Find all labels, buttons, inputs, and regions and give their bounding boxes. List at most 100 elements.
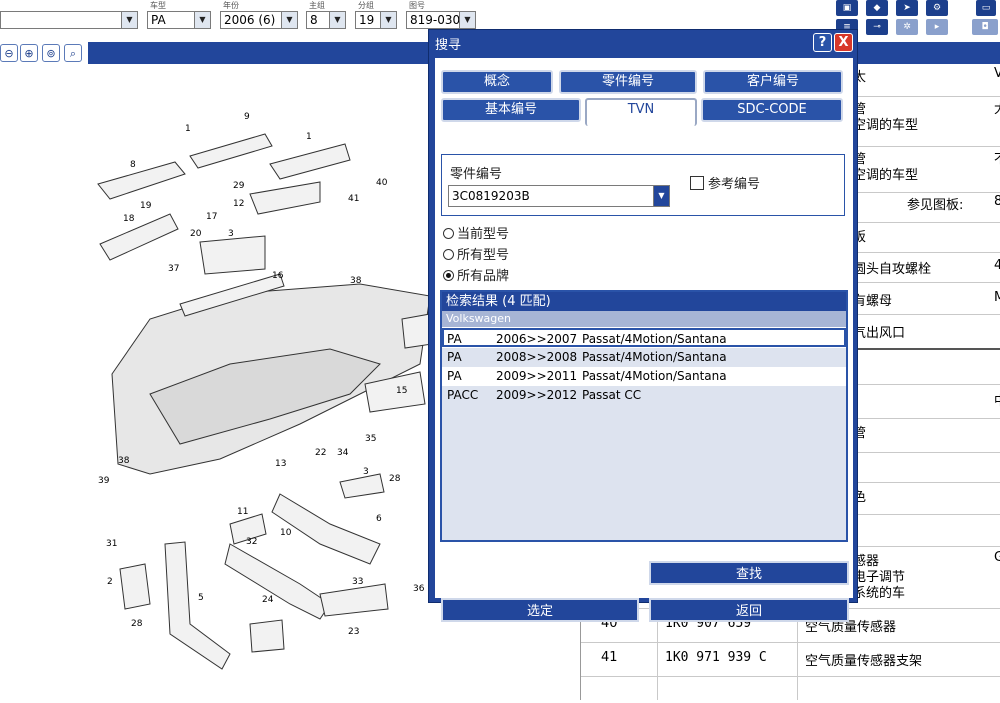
results-list: 检索结果 (4 匹配) Volkswagen PA 2006>>2007 Pas… bbox=[440, 290, 848, 542]
result-row[interactable]: PACC 2009>>2012 Passat CC bbox=[442, 386, 846, 405]
callout-36: 36 bbox=[413, 584, 425, 594]
chevron-down-icon[interactable]: ▼ bbox=[121, 12, 137, 28]
result-model: PA bbox=[447, 332, 462, 346]
screen-icon[interactable]: ▭ bbox=[976, 0, 996, 16]
result-years: 2009>>2012 bbox=[496, 388, 578, 402]
row-extra: 中 bbox=[994, 390, 1000, 409]
result-model: PA bbox=[447, 369, 462, 383]
row-position: 41 bbox=[601, 650, 618, 665]
callout-34: 34 bbox=[337, 448, 349, 458]
row-desc: 圆头自攻螺栓 bbox=[853, 262, 932, 277]
magnifier-icon[interactable]: ⌕ bbox=[64, 44, 82, 62]
tab-tvn[interactable]: TVN bbox=[585, 98, 697, 126]
callout-4: 1 bbox=[185, 124, 191, 134]
main-group-select[interactable]: 8 ▼ bbox=[306, 11, 346, 29]
main-group-value: 8 bbox=[310, 13, 318, 27]
callout-9: 9 bbox=[244, 112, 250, 122]
tab-basic-number[interactable]: 基本编号 bbox=[441, 98, 581, 122]
callout-16-top: 3 bbox=[228, 229, 234, 239]
diagram-select[interactable]: 819-030 ▼ bbox=[406, 11, 476, 29]
zoom-out-icon[interactable]: ⊖ bbox=[0, 44, 18, 62]
callout-35: 35 bbox=[365, 434, 377, 444]
row-desc: 气出风口 bbox=[853, 326, 906, 341]
zoom-in-icon[interactable]: ⊕ bbox=[20, 44, 38, 62]
results-header: 检索结果 (4 匹配) bbox=[442, 292, 846, 311]
callout-38: 38 bbox=[350, 276, 362, 286]
row-desc: 空气质量传感器支架 bbox=[805, 654, 923, 669]
chevron-down-icon[interactable]: ▼ bbox=[459, 12, 475, 28]
tab-sdc-code[interactable]: SDC-CODE bbox=[701, 98, 843, 122]
results-group-volkswagen: Volkswagen bbox=[442, 311, 846, 327]
result-years: 2006>>2007 bbox=[496, 332, 578, 346]
radio-current-model[interactable] bbox=[443, 228, 454, 239]
tools-icon[interactable]: ◘ bbox=[972, 19, 998, 35]
sub-group-select[interactable]: 19 ▼ bbox=[355, 11, 397, 29]
chevron-down-icon[interactable]: ▼ bbox=[194, 12, 210, 28]
part-number-group: 零件编号 3C0819203B ▼ 参考编号 bbox=[441, 154, 845, 216]
row-extra: 不 bbox=[994, 148, 1000, 167]
part-number-value: 3C0819203B bbox=[452, 189, 530, 203]
key-icon[interactable]: ⊸ bbox=[866, 19, 888, 35]
callout-41: 41 bbox=[348, 194, 360, 204]
help-button[interactable]: ? bbox=[813, 33, 832, 52]
callout-12: 12 bbox=[233, 199, 245, 209]
callout-22: 22 bbox=[315, 448, 327, 458]
search-button[interactable]: 查找 bbox=[649, 561, 849, 585]
callout-13: 13 bbox=[275, 459, 287, 469]
part-number-input[interactable]: 3C0819203B ▼ bbox=[448, 185, 670, 207]
chevron-down-icon[interactable]: ▼ bbox=[329, 12, 345, 28]
callout-10: 10 bbox=[280, 528, 292, 538]
chevron-down-icon[interactable]: ▼ bbox=[380, 12, 396, 28]
sub-group-value: 19 bbox=[359, 13, 375, 27]
callout-32: 32 bbox=[246, 537, 258, 547]
part-number-label: 零件编号 bbox=[450, 167, 503, 182]
dialog-title: 搜寻 bbox=[435, 38, 462, 53]
radio-all-models[interactable] bbox=[443, 249, 454, 260]
result-years: 2008>>2008 bbox=[496, 350, 578, 364]
zoom-area-icon[interactable]: ⊚ bbox=[42, 44, 60, 62]
chevron-down-icon[interactable]: ▼ bbox=[281, 12, 297, 28]
chevron-down-icon[interactable]: ▼ bbox=[653, 186, 669, 206]
tab-concept[interactable]: 概念 bbox=[441, 70, 553, 94]
row-desc: 参见图板: bbox=[907, 198, 964, 213]
row-extra: G bbox=[994, 550, 1000, 565]
year-value: 2006 (6) bbox=[224, 13, 276, 27]
bike-icon[interactable]: ✲ bbox=[896, 19, 918, 35]
callout-40: 40 bbox=[376, 178, 388, 188]
result-row[interactable]: PA 2009>>2011 Passat/4Motion/Santana bbox=[442, 367, 846, 386]
next-icon[interactable]: ▸ bbox=[926, 19, 948, 35]
callout-15: 15 bbox=[396, 386, 408, 396]
radio-all-brands-label: 所有品牌 bbox=[457, 269, 510, 284]
callout-29: 29 bbox=[233, 181, 245, 191]
callout-19: 19 bbox=[140, 201, 152, 211]
tab-part-number[interactable]: 零件编号 bbox=[559, 70, 697, 94]
callout-20: 20 bbox=[190, 229, 202, 239]
callout-1: 1 bbox=[306, 132, 312, 142]
result-model: PA bbox=[447, 350, 462, 364]
back-button[interactable]: 返回 bbox=[649, 598, 849, 622]
table-row[interactable]: 41 1K0 971 939 C 空气质量传感器支架 bbox=[581, 642, 1000, 677]
print-icon[interactable]: ▣ bbox=[836, 0, 858, 16]
car-icon[interactable]: ◆ bbox=[866, 0, 888, 16]
vehicle-icon[interactable]: ⚙ bbox=[926, 0, 948, 16]
ref-number-label: 参考编号 bbox=[708, 177, 761, 192]
row-desc: 系统的车 bbox=[853, 586, 906, 601]
row-extra: 大 bbox=[994, 98, 1000, 117]
year-select[interactable]: 2006 (6) ▼ bbox=[220, 11, 298, 29]
row-desc: 空调的车型 bbox=[853, 168, 919, 183]
radio-all-brands[interactable] bbox=[443, 270, 454, 281]
close-button[interactable]: X bbox=[834, 33, 853, 52]
callout-5: 5 bbox=[198, 593, 204, 603]
run-icon[interactable]: ➤ bbox=[896, 0, 918, 16]
result-row[interactable]: PA 2008>>2008 Passat/4Motion/Santana bbox=[442, 348, 846, 367]
tab-customer-number[interactable]: 客户编号 bbox=[703, 70, 843, 94]
callout-6: 6 bbox=[376, 514, 382, 524]
ref-number-checkbox[interactable] bbox=[690, 176, 704, 190]
callout-28: 28 bbox=[389, 474, 401, 484]
zoom-toolbar: ⊖ ⊕ ⊚ ⌕ bbox=[0, 42, 88, 64]
field-0-select[interactable]: ▼ bbox=[0, 11, 138, 29]
model-select[interactable]: PA ▼ bbox=[147, 11, 211, 29]
result-row[interactable]: PA 2006>>2007 Passat/4Motion/Santana bbox=[442, 328, 846, 347]
select-button[interactable]: 选定 bbox=[441, 598, 639, 622]
dialog-body: 概念 零件编号 客户编号 基本编号 TVN SDC-CODE 零件编号 3C08… bbox=[435, 58, 853, 622]
